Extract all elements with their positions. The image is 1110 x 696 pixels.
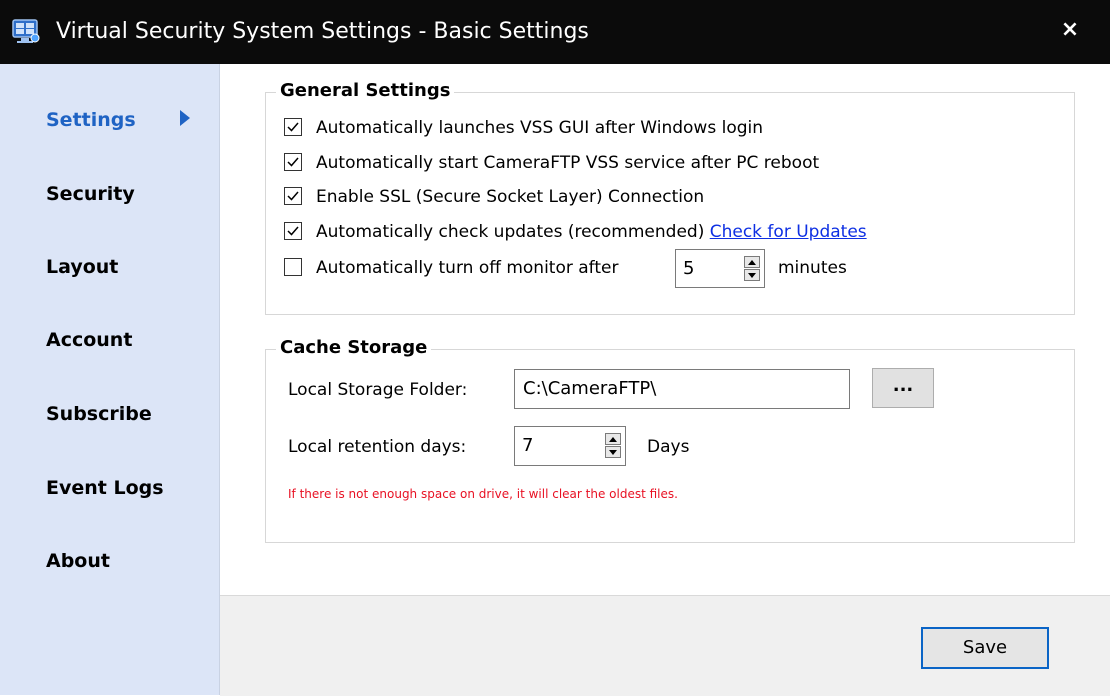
days-unit-label: Days (647, 437, 690, 457)
save-button[interactable]: Save (921, 627, 1049, 669)
local-storage-folder-value: C:\CameraFTP\ (523, 378, 657, 399)
sidebar-item-security[interactable]: Security (46, 182, 135, 206)
monitor-minutes-value: 5 (683, 258, 695, 279)
sidebar: Settings Security Layout Account Subscri… (0, 64, 220, 695)
storage-warning-text: If there is not enough space on drive, i… (288, 487, 678, 501)
minutes-unit-label: minutes (778, 258, 847, 278)
settings-window: Virtual Security System Settings - Basic… (0, 0, 1110, 696)
monitor-minutes-decrement[interactable] (744, 269, 760, 281)
enable-ssl-label: Enable SSL (Secure Socket Layer) Connect… (316, 187, 705, 207)
monitor-minutes-increment[interactable] (744, 256, 760, 268)
retention-days-decrement[interactable] (605, 446, 621, 458)
retention-days-value: 7 (522, 435, 534, 456)
local-retention-days-label: Local retention days: (288, 437, 467, 457)
arrow-down-icon (609, 450, 617, 455)
retention-days-spin-buttons (605, 433, 621, 459)
check-updates-label: Automatically check updates (recommended… (316, 219, 867, 245)
chevron-right-icon (180, 110, 190, 126)
check-updates-checkbox[interactable] (284, 222, 302, 240)
cache-storage-title: Cache Storage (276, 337, 432, 359)
monitor-minutes-spin-buttons (744, 256, 760, 282)
monitor-off-checkbox[interactable] (284, 258, 302, 276)
local-storage-folder-label: Local Storage Folder: (288, 380, 468, 400)
arrow-down-icon (748, 273, 756, 278)
general-settings-title: General Settings (276, 80, 455, 102)
check-for-updates-link[interactable]: Check for Updates (710, 222, 867, 242)
retention-days-increment[interactable] (605, 433, 621, 445)
sidebar-item-account[interactable]: Account (46, 328, 132, 352)
window-title: Virtual Security System Settings - Basic… (56, 19, 589, 44)
launch-gui-label: Automatically launches VSS GUI after Win… (316, 118, 764, 138)
start-service-label: Automatically start CameraFTP VSS servic… (316, 153, 820, 173)
browse-folder-button[interactable]: ... (872, 368, 934, 408)
sidebar-item-subscribe[interactable]: Subscribe (46, 402, 152, 426)
close-button[interactable]: × (1052, 14, 1088, 48)
monitor-minutes-stepper[interactable]: 5 (675, 249, 765, 288)
sidebar-item-layout[interactable]: Layout (46, 255, 118, 279)
sidebar-item-about[interactable]: About (46, 549, 110, 573)
retention-days-stepper[interactable]: 7 (514, 426, 626, 466)
arrow-up-icon (609, 437, 617, 442)
local-storage-folder-input[interactable]: C:\CameraFTP\ (514, 369, 850, 409)
sidebar-item-settings[interactable]: Settings (46, 108, 136, 132)
check-updates-text: Automatically check updates (recommended… (316, 222, 705, 242)
start-service-checkbox[interactable] (284, 153, 302, 171)
launch-gui-checkbox[interactable] (284, 118, 302, 136)
enable-ssl-checkbox[interactable] (284, 187, 302, 205)
arrow-up-icon (748, 260, 756, 265)
sidebar-item-event-logs[interactable]: Event Logs (46, 476, 164, 500)
vss-app-icon (12, 17, 40, 45)
title-bar: Virtual Security System Settings - Basic… (0, 0, 1110, 64)
monitor-off-label: Automatically turn off monitor after (316, 258, 619, 278)
